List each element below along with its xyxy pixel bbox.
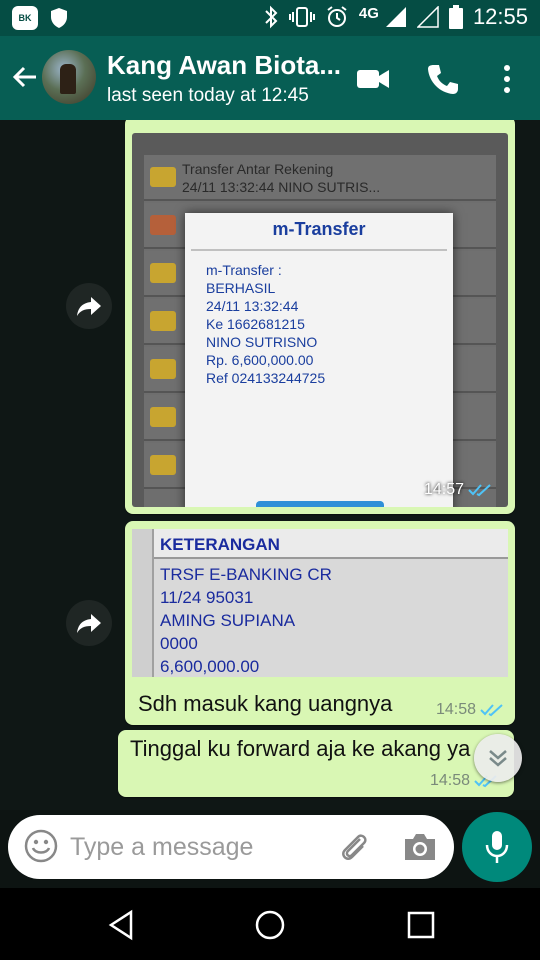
message-time: 14:57 <box>424 481 492 499</box>
popup-line-text: Rp. 6,600,000.00 <box>206 352 314 368</box>
vibrate-icon <box>288 7 315 27</box>
popup-line-text: Ref 024133244725 <box>206 370 326 386</box>
forward-button[interactable] <box>66 283 112 329</box>
message-caption: Sdh masuk kang uangnya <box>138 691 393 716</box>
popup-line-text: NINO SUTRISNO <box>206 334 318 350</box>
list-item-title: Transfer Antar Rekening <box>182 161 334 177</box>
chat-header: Kang Awan Biota... last seen today at 12… <box>0 36 540 120</box>
envelope-icon <box>150 167 176 187</box>
app-badge-text: BK <box>18 13 32 23</box>
signal-empty-icon <box>416 6 439 28</box>
popup-body: m-Transfer : BERHASIL 24/11 13:32:44 Ke … <box>206 261 325 387</box>
table-line: 0000 <box>160 634 198 653</box>
contact-name[interactable]: Kang Awan Biota... <box>107 50 341 81</box>
popup-line-text: BERHASIL <box>206 280 276 296</box>
timestamp: 14:58 <box>436 701 477 718</box>
network-type: 4G <box>358 4 379 22</box>
voice-call-icon[interactable] <box>426 62 460 96</box>
back-arrow-icon[interactable] <box>10 62 40 92</box>
timestamp: 14:57 <box>423 481 464 498</box>
message-text: Tinggal ku forward aja ke akang ya <box>130 736 471 761</box>
battery-icon <box>448 5 463 29</box>
table-line: TRSF E-BANKING CR <box>160 565 332 584</box>
table-cell: TRSF E-BANKING CR 11/24 95031 AMING SUPI… <box>160 563 332 678</box>
timestamp: 14:58 <box>430 772 471 789</box>
bank-statement-image[interactable]: KETERANGAN TRSF E-BANKING CR 11/24 95031… <box>132 529 508 677</box>
forward-icon <box>77 297 101 316</box>
popup-ok-button <box>256 501 384 507</box>
recents-square-icon[interactable] <box>404 908 438 942</box>
table-header-text: KETERANGAN <box>160 535 280 554</box>
message-bubble-text[interactable]: Tinggal ku forward aja ke akang ya 14:58 <box>118 730 514 797</box>
envelope-icon <box>150 359 176 379</box>
message-bubble-image[interactable]: Transfer Antar Rekening 24/11 13:32:44 N… <box>125 120 515 514</box>
shield-icon <box>51 8 67 28</box>
avatar[interactable] <box>42 50 96 104</box>
screenshot-image[interactable]: Transfer Antar Rekening 24/11 13:32:44 N… <box>132 133 508 507</box>
list-item-subtitle: 24/11 13:32:44 NINO SUTRIS... <box>182 179 381 195</box>
table-line: 6,600,000.00 <box>160 657 260 676</box>
home-circle-icon[interactable] <box>253 908 287 942</box>
signal-icon <box>385 7 406 27</box>
envelope-icon <box>150 455 176 475</box>
envelope-icon <box>150 263 176 283</box>
status-bar: BK 4G 12:55 <box>0 0 540 36</box>
transfer-popup: m-Transfer m-Transfer : BERHASIL 24/11 1… <box>185 213 453 507</box>
envelope-icon <box>150 215 176 235</box>
popup-title: m-Transfer <box>272 219 366 239</box>
popup-line-text: 24/11 13:32:44 <box>206 298 299 314</box>
microphone-icon <box>485 831 509 863</box>
read-ticks-icon <box>468 484 491 497</box>
bluetooth-icon <box>265 5 278 29</box>
envelope-icon <box>150 311 176 331</box>
scroll-to-bottom-button[interactable] <box>474 734 522 782</box>
message-time: 14:58 <box>436 701 504 719</box>
table-header: KETERANGAN <box>154 529 508 559</box>
alarm-icon <box>327 6 347 27</box>
list-item: Transfer Antar Rekening 24/11 13:32:44 N… <box>144 155 496 201</box>
last-seen-status: last seen today at 12:45 <box>107 85 309 106</box>
voice-record-button[interactable] <box>462 812 532 882</box>
message-input[interactable] <box>70 825 330 869</box>
forward-icon <box>77 614 101 633</box>
app-notification-icon: BK <box>12 6 38 30</box>
more-options-icon[interactable] <box>490 62 524 96</box>
video-call-icon[interactable] <box>356 62 390 96</box>
chat-area[interactable]: Transfer Antar Rekening 24/11 13:32:44 N… <box>0 120 540 810</box>
popup-line-text: Ke 1662681215 <box>206 316 305 332</box>
read-ticks-icon <box>480 704 503 717</box>
paperclip-icon[interactable] <box>336 829 372 865</box>
message-composer <box>8 815 454 879</box>
table-line: 11/24 95031 <box>160 588 254 607</box>
camera-icon[interactable] <box>402 831 438 863</box>
table-line: AMING SUPIANA <box>160 611 296 630</box>
divider <box>191 249 447 251</box>
popup-line-text: m-Transfer : <box>206 262 282 278</box>
message-bubble-image-caption[interactable]: KETERANGAN TRSF E-BANKING CR 11/24 95031… <box>125 521 515 725</box>
back-triangle-icon[interactable] <box>104 908 138 942</box>
forward-button[interactable] <box>66 600 112 646</box>
clock: 12:55 <box>472 4 528 29</box>
system-navigation-bar <box>0 888 540 960</box>
double-chevron-down-icon <box>489 750 507 767</box>
emoji-icon[interactable] <box>24 829 58 863</box>
table-left-column <box>132 529 154 677</box>
envelope-icon <box>150 407 176 427</box>
